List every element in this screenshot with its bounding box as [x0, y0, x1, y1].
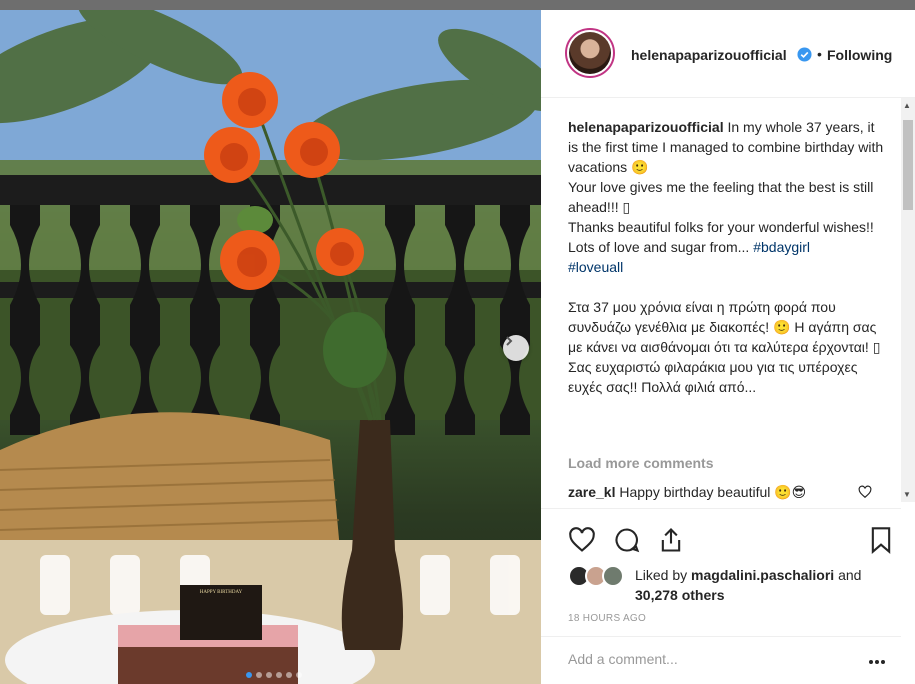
share-icon[interactable]: [657, 526, 685, 554]
photo-scene: [0, 10, 541, 684]
dot-icon: [881, 660, 885, 664]
comments-area[interactable]: helenapaparizouofficial In my whole 37 y…: [541, 98, 901, 508]
add-comment-bar: [541, 636, 901, 684]
dot-icon: [869, 660, 873, 664]
carousel-dots: [246, 672, 302, 678]
post-timestamp[interactable]: 18 HOURS AGO: [568, 613, 646, 624]
liked-by-label: Liked by: [635, 567, 692, 583]
carousel-dot: [246, 672, 252, 678]
comment-bubble-icon[interactable]: [613, 526, 641, 554]
liked-by-username[interactable]: magdalini.paschaliori: [691, 567, 834, 583]
like-heart-icon[interactable]: [568, 526, 596, 554]
carousel-dot: [266, 672, 272, 678]
caption-line: Thanks beautiful folks for your wonderfu…: [568, 219, 874, 235]
caption-line: Your love gives me the feeling that the …: [568, 179, 874, 215]
carousel-dot: [276, 672, 282, 678]
following-button[interactable]: Following: [827, 47, 915, 63]
avatar[interactable]: [565, 28, 615, 78]
comment-row: zare_kl Happy birthday beautiful 🙂😎: [568, 484, 858, 501]
caption-line: Lots of love and sugar from...: [568, 239, 754, 255]
bookmark-icon[interactable]: [867, 526, 895, 554]
liker-avatars: [568, 565, 632, 589]
load-more-comments-button[interactable]: Load more comments: [568, 455, 713, 471]
window-top-bar: [0, 0, 915, 10]
header-username[interactable]: helenapaparizouofficial: [631, 47, 787, 63]
verified-badge-icon: [797, 47, 812, 62]
carousel-dot: [296, 672, 302, 678]
comment-text: Happy birthday beautiful 🙂😎: [619, 484, 807, 500]
carousel-dot: [256, 672, 262, 678]
comment-username[interactable]: zare_kl: [568, 484, 615, 500]
post-caption: helenapaparizouofficial In my whole 37 y…: [568, 117, 888, 397]
more-options-button[interactable]: [869, 651, 889, 667]
carousel-next-button[interactable]: [503, 335, 529, 361]
comment-like-heart-icon[interactable]: [858, 485, 872, 499]
chevron-right-icon: [506, 336, 513, 346]
post-side-panel: helenapaparizouofficial • Following hele…: [541, 10, 915, 684]
scroll-down-arrow-icon[interactable]: ▼: [903, 490, 911, 499]
add-comment-input[interactable]: [568, 648, 848, 670]
post-photo[interactable]: HAPPY BIRTHDAY: [0, 10, 541, 684]
scrollbar-thumb[interactable]: [903, 120, 913, 210]
birthday-card-text: HAPPY BIRTHDAY: [199, 590, 243, 595]
liker-avatar: [602, 565, 624, 587]
carousel-dot: [286, 672, 292, 678]
likes-count-link[interactable]: 30,278 others: [635, 587, 725, 603]
post-header: helenapaparizouofficial • Following: [541, 10, 915, 98]
scroll-up-arrow-icon[interactable]: ▲: [903, 101, 911, 110]
caption-username[interactable]: helenapaparizouofficial: [568, 119, 724, 135]
caption-greek: Στα 37 μου χρόνια είναι η πρώτη φορά που…: [568, 299, 881, 395]
liked-by-and: and: [834, 567, 862, 583]
bullet-separator: •: [817, 46, 822, 62]
likes-summary: Liked by magdalini.paschaliori and 30,27…: [635, 565, 895, 605]
hashtag-link[interactable]: #bdaygirl: [753, 239, 810, 255]
dot-icon: [875, 660, 879, 664]
hashtag-link[interactable]: #loveuall: [568, 259, 623, 275]
